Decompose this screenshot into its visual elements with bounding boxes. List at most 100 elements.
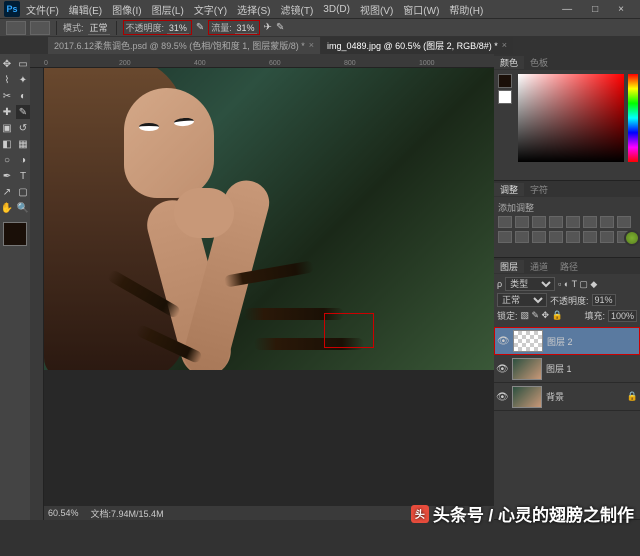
stamp-tool[interactable]: ▣ [0, 121, 14, 135]
threshold-icon[interactable] [583, 231, 597, 243]
menu-layer[interactable]: 图层(L) [148, 2, 188, 17]
brightness-icon[interactable] [498, 216, 512, 228]
levels-icon[interactable] [515, 216, 529, 228]
color-panel [494, 70, 640, 180]
layer-fill[interactable]: 100% [608, 310, 637, 322]
tab-channels[interactable]: 通道 [524, 260, 554, 273]
tab-1-close[interactable]: × [309, 40, 314, 50]
tab-swatches[interactable]: 色板 [524, 56, 554, 69]
document-image[interactable] [44, 68, 494, 370]
colorbalance-icon[interactable] [600, 216, 614, 228]
tab-paths[interactable]: 路径 [554, 260, 584, 273]
kind-filter[interactable]: 类型 [505, 277, 555, 291]
heal-tool[interactable]: ✚ [0, 105, 14, 119]
close-button[interactable]: × [614, 4, 628, 15]
tab-character[interactable]: 字符 [524, 183, 554, 196]
layer-thumbnail[interactable] [513, 330, 543, 352]
pressure-size-icon[interactable]: ✎ [276, 22, 284, 33]
menu-3d[interactable]: 3D(D) [319, 4, 354, 15]
move-tool[interactable]: ✥ [0, 57, 14, 71]
type-tool[interactable]: T [16, 169, 30, 183]
layer-name[interactable]: 图层 1 [546, 362, 572, 375]
airbrush-icon[interactable]: ✈ [264, 22, 272, 33]
layer-name[interactable]: 背景 [546, 390, 564, 403]
blur-tool[interactable]: ○ [0, 153, 14, 167]
shape-tool[interactable]: ▢ [16, 185, 30, 199]
layer-row[interactable]: 👁 图层 1 [494, 355, 640, 383]
layer-list: 👁 图层 2 👁 图层 1 👁 背景 🔒 [494, 327, 640, 519]
menu-type[interactable]: 文字(Y) [190, 2, 231, 17]
hand-tool[interactable]: ✋ [0, 201, 14, 215]
watermark-text: 头条号 / 心灵的翅膀之制作 [433, 501, 634, 526]
fg-swatch[interactable] [498, 74, 512, 88]
lock-icons[interactable]: ▧ ✎ ✥ 🔒 [521, 310, 563, 321]
bg-swatch[interactable] [498, 90, 512, 104]
menu-file[interactable]: 文件(F) [22, 2, 63, 17]
menu-image[interactable]: 图像(I) [108, 2, 145, 17]
crop-tool[interactable]: ✂ [0, 89, 14, 103]
tab-adjustments[interactable]: 调整 [494, 183, 524, 196]
minimize-button[interactable]: — [558, 4, 576, 15]
doc-size[interactable]: 文档:7.94M/15.4M [91, 507, 164, 520]
exposure-icon[interactable] [549, 216, 563, 228]
invert-icon[interactable] [549, 231, 563, 243]
mode-select[interactable]: 正常 [88, 21, 110, 35]
layer-thumbnail[interactable] [512, 386, 542, 408]
menu-filter[interactable]: 滤镜(T) [277, 2, 318, 17]
canvas-area: 02004006008001000 60.54% 文档:7.94M/15.4M [30, 54, 494, 520]
vibrance-icon[interactable] [566, 216, 580, 228]
menu-edit[interactable]: 编辑(E) [65, 2, 106, 17]
pressure-opacity-icon[interactable]: ✎ [196, 22, 204, 33]
blend-mode[interactable]: 正常 [497, 293, 547, 307]
menu-window[interactable]: 窗口(W) [399, 2, 443, 17]
lasso-tool[interactable]: ⌇ [0, 73, 14, 87]
hue-icon[interactable] [583, 216, 597, 228]
tab-2-close[interactable]: × [502, 40, 507, 50]
marquee-tool[interactable]: ▭ [16, 57, 30, 71]
menu-view[interactable]: 视图(V) [356, 2, 397, 17]
flow-field[interactable]: 31% [235, 23, 257, 34]
layer-row[interactable]: 👁 背景 🔒 [494, 383, 640, 411]
opacity-field[interactable]: 31% [167, 23, 189, 34]
layer-name[interactable]: 图层 2 [547, 335, 573, 348]
channelmixer-icon[interactable] [515, 231, 529, 243]
zoom-tool[interactable]: 🔍 [16, 201, 30, 215]
color-field[interactable] [518, 74, 624, 162]
visibility-toggle[interactable]: 👁 [496, 392, 508, 402]
visibility-toggle[interactable]: 👁 [496, 364, 508, 374]
eyedropper-tool[interactable]: ◐ [16, 89, 30, 103]
colorlookup-icon[interactable] [532, 231, 546, 243]
gradientmap-icon[interactable] [600, 231, 614, 243]
tab-layers[interactable]: 图层 [494, 260, 524, 273]
path-tool[interactable]: ↗ [0, 185, 14, 199]
layer-opacity[interactable]: 91% [592, 294, 616, 306]
brush-preset-icon[interactable] [6, 21, 26, 35]
brush-tool[interactable]: ✎ [16, 105, 30, 119]
foreground-background-swatch[interactable] [3, 222, 27, 246]
hue-slider[interactable] [628, 74, 638, 162]
menu-select[interactable]: 选择(S) [233, 2, 274, 17]
visibility-toggle[interactable]: 👁 [497, 336, 509, 346]
menu-help[interactable]: 帮助(H) [445, 2, 487, 17]
maximize-button[interactable]: □ [588, 4, 602, 15]
posterize-icon[interactable] [566, 231, 580, 243]
layer-options: ρ 类型 ▫ ◐ T ▢ ◆ 正常 不透明度: 91% 锁定: ▧ ✎ ✥ 🔒 … [494, 274, 640, 327]
history-brush-tool[interactable]: ↺ [16, 121, 30, 135]
tab-color[interactable]: 颜色 [494, 56, 524, 69]
dodge-tool[interactable]: ◑ [16, 153, 30, 167]
curves-icon[interactable] [532, 216, 546, 228]
wand-tool[interactable]: ✦ [16, 73, 30, 87]
pen-tool[interactable]: ✒ [0, 169, 14, 183]
lock-icon: 🔒 [627, 391, 638, 402]
tab-document-2[interactable]: img_0489.jpg @ 60.5% (图层 2, RGB/8#) * × [321, 37, 513, 54]
tab-document-1[interactable]: 2017.6.12柔焦调色.psd @ 89.5% (色相/饱和度 1, 图层蒙… [48, 37, 320, 54]
photofilter-icon[interactable] [498, 231, 512, 243]
zoom-level[interactable]: 60.54% [48, 508, 79, 518]
layer-thumbnail[interactable] [512, 358, 542, 380]
layer-row[interactable]: 👁 图层 2 [494, 327, 640, 355]
brush-size-icon[interactable] [30, 21, 50, 35]
share-indicator[interactable] [624, 230, 640, 246]
bw-icon[interactable] [617, 216, 631, 228]
eraser-tool[interactable]: ◧ [0, 137, 14, 151]
gradient-tool[interactable]: ▦ [16, 137, 30, 151]
